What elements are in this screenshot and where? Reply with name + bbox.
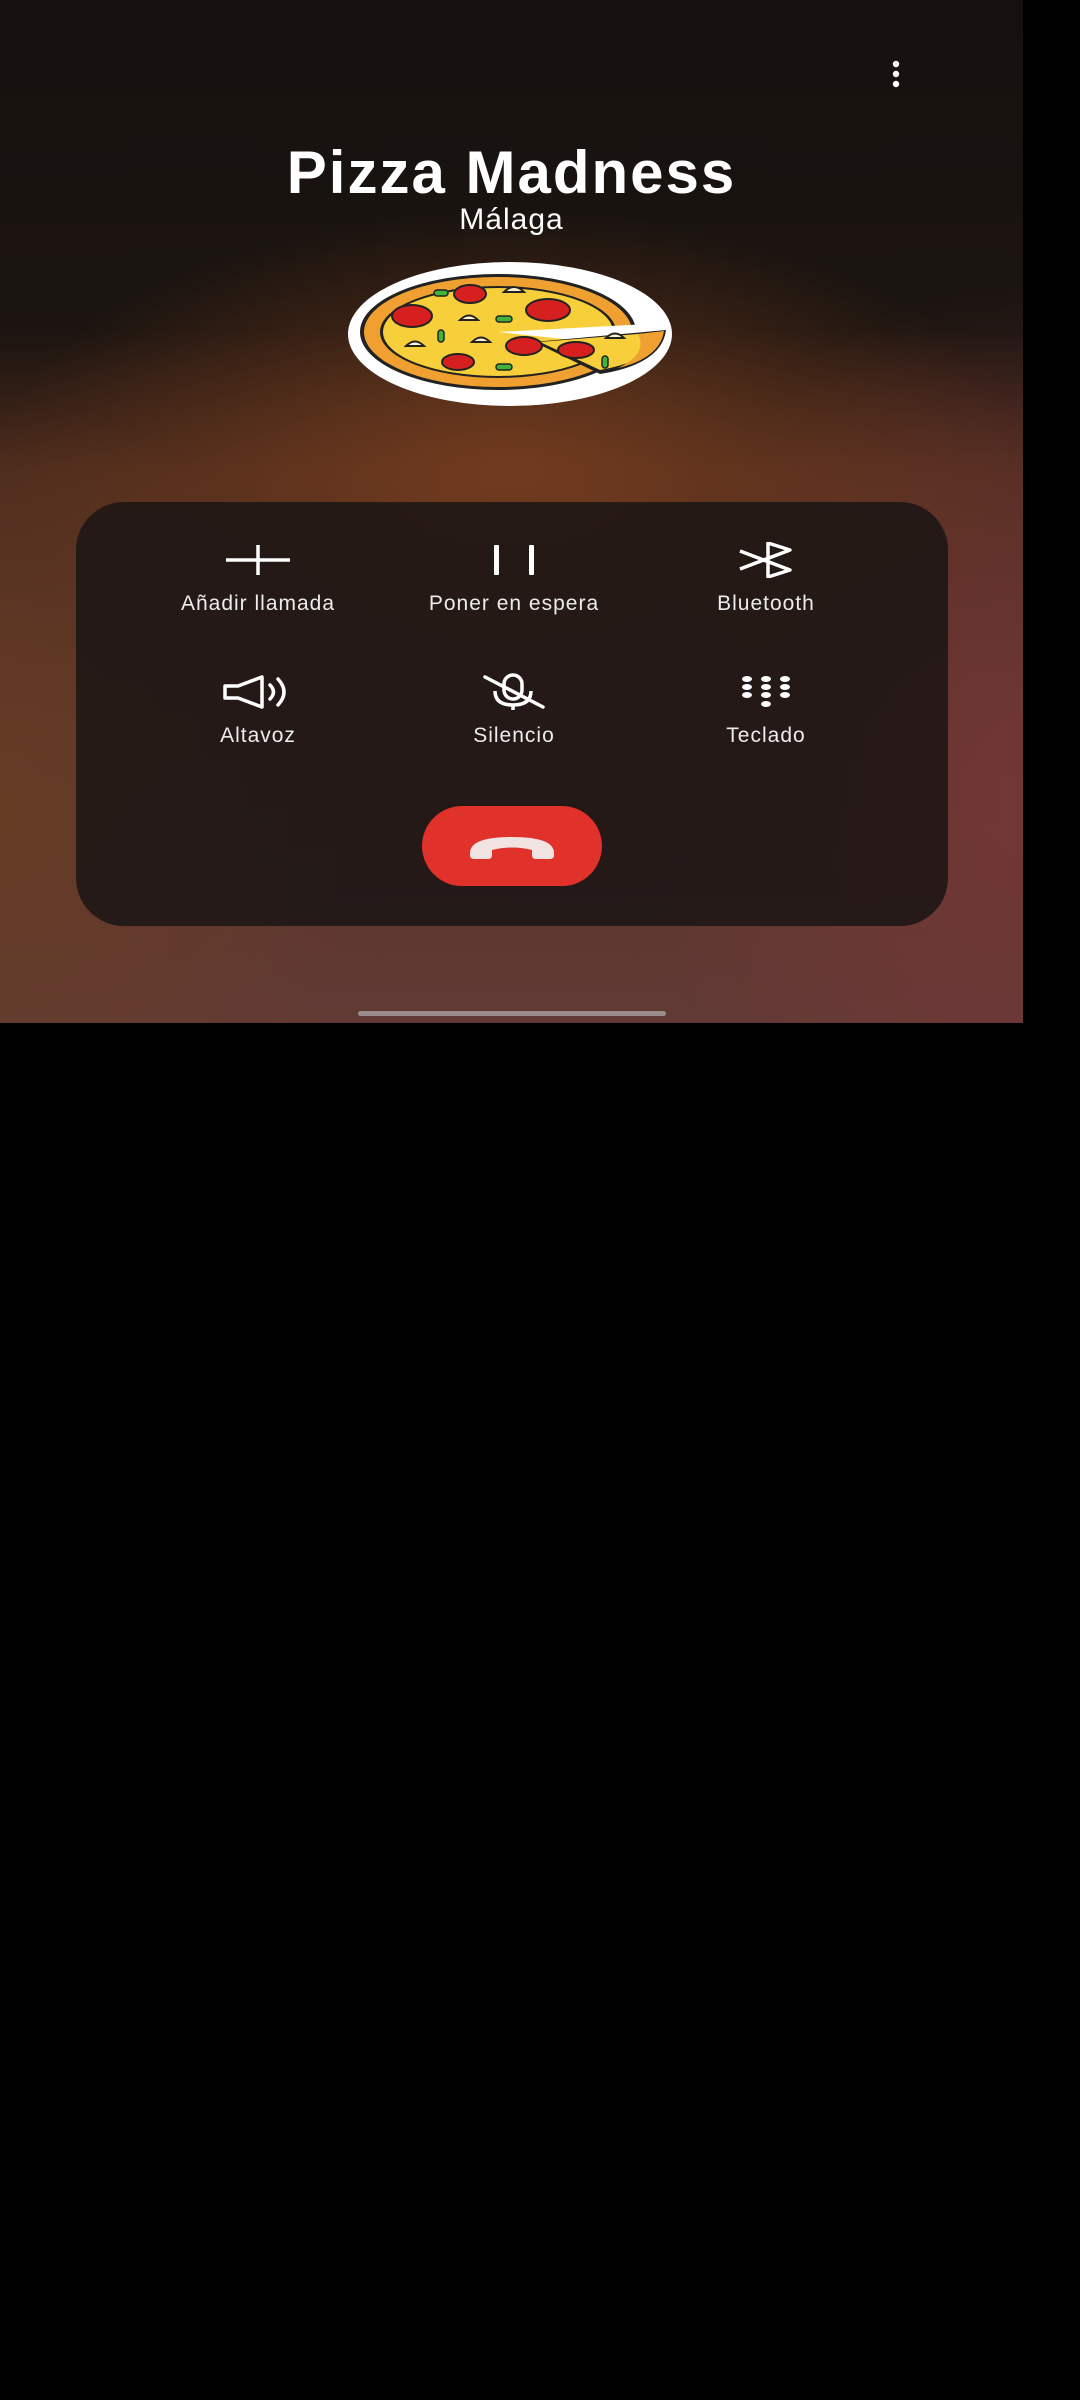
- bluetooth-icon: [730, 538, 802, 582]
- mute-icon: [478, 670, 550, 714]
- speaker-icon: [222, 670, 294, 714]
- caller-avatar: [348, 258, 676, 408]
- hang-up-icon: [470, 837, 554, 859]
- speaker-button[interactable]: Altavoz: [128, 670, 388, 766]
- hold-label: Poner en espera: [428, 592, 600, 615]
- keypad-label: Teclado: [726, 724, 806, 747]
- call-controls-panel: Añadir llamada Poner en espera Bluetooth: [76, 502, 948, 926]
- add-call-icon: [222, 538, 294, 582]
- bluetooth-button[interactable]: Bluetooth: [636, 538, 896, 634]
- add-call-button[interactable]: Añadir llamada: [128, 538, 388, 634]
- caller-name: Pizza Madness: [286, 139, 737, 206]
- pizza-icon: [348, 262, 672, 406]
- more-options-button[interactable]: [878, 56, 914, 92]
- keypad-button[interactable]: Teclado: [636, 670, 896, 766]
- mute-button[interactable]: Silencio: [384, 670, 644, 766]
- call-screen: Pizza Madness Málaga Añadir llamada Pone…: [0, 0, 1023, 1023]
- caller-location: Málaga: [459, 203, 564, 236]
- end-call-button[interactable]: [422, 806, 602, 886]
- home-indicator[interactable]: [358, 1011, 666, 1016]
- more-vertical-icon: [892, 60, 900, 88]
- bluetooth-label: Bluetooth: [717, 592, 815, 615]
- hold-button[interactable]: Poner en espera: [384, 538, 644, 634]
- add-call-label: Añadir llamada: [180, 592, 336, 615]
- speaker-label: Altavoz: [220, 724, 296, 747]
- mute-label: Silencio: [473, 724, 555, 747]
- pause-icon: [478, 538, 550, 582]
- keypad-icon: [730, 670, 802, 714]
